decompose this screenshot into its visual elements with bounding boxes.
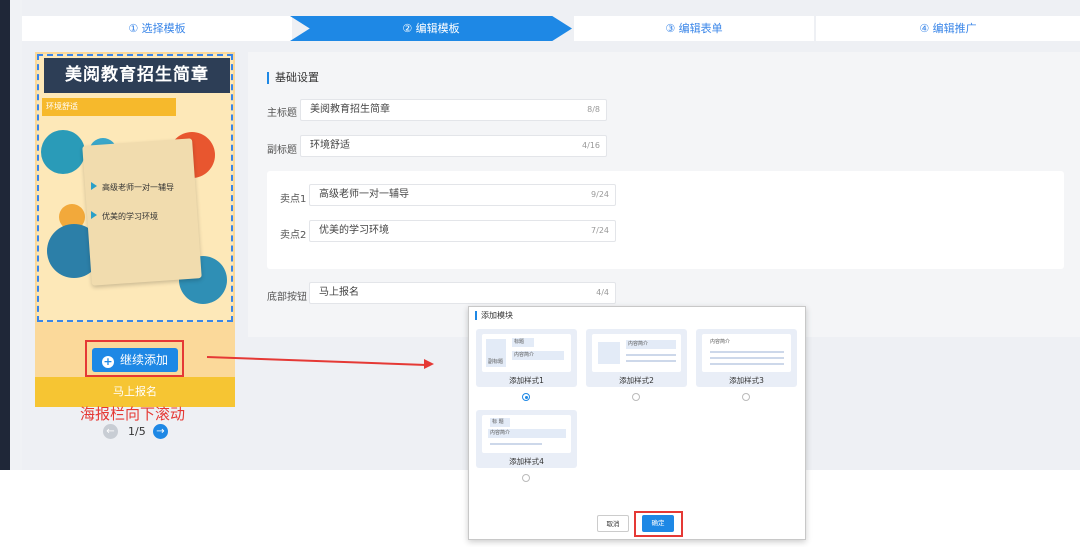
selling-point-1-count: 9/24: [591, 190, 609, 199]
bottom-button-count: 4/4: [596, 288, 609, 297]
option-1-content-chip: 内容简介: [512, 351, 564, 360]
option-4-radio[interactable]: [522, 474, 530, 482]
confirm-highlight: [634, 511, 683, 537]
poster-item-2: 优美的学习环境: [91, 211, 158, 222]
sub-title-count: 4/16: [582, 141, 600, 150]
option-card-style-1[interactable]: 标题 副标题 内容简介 添加样式1: [476, 329, 577, 387]
option-1-title-chip: 标题: [512, 338, 534, 347]
option-card-style-4[interactable]: 标 题 内容简介 添加样式4: [476, 410, 577, 468]
option-2-label: 添加样式2: [619, 376, 654, 385]
option-3-radio[interactable]: [742, 393, 750, 401]
plus-icon: +: [101, 355, 114, 368]
option-4-content-chip: 内容简介: [488, 429, 566, 438]
sub-title-input[interactable]: 环境舒适 4/16: [300, 135, 607, 157]
selling-point-2-input[interactable]: 优美的学习环境 7/24: [309, 220, 616, 242]
option-card-style-2[interactable]: 内容简介 添加样式2: [586, 329, 687, 387]
section-title: 基础设置: [267, 72, 319, 84]
option-1-label: 添加样式1: [509, 376, 544, 385]
step-edit-promotion[interactable]: ④ 编辑推广: [816, 16, 1080, 41]
poster-title: 美阅教育招生简章: [44, 58, 230, 93]
bottom-button-label: 底部按钮: [267, 292, 307, 303]
option-2-radio[interactable]: [632, 393, 640, 401]
sub-title-label: 副标题: [267, 145, 297, 156]
cancel-button[interactable]: 取消: [597, 515, 629, 532]
option-card-style-3[interactable]: 内容简介 添加样式3: [696, 329, 797, 387]
main-title-input[interactable]: 美阅教育招生简章 8/8: [300, 99, 607, 121]
continue-add-button[interactable]: + 继续添加: [92, 348, 178, 372]
next-page-icon[interactable]: →: [153, 424, 168, 439]
arrow-head-icon: [424, 359, 434, 369]
main-title-label: 主标题: [267, 108, 297, 119]
page-indicator: 1/5: [128, 425, 146, 438]
step-navigation: ① 选择模板 ② 编辑模板 ③ 编辑表单 ④ 编辑推广: [22, 16, 1080, 41]
poster-canvas[interactable]: 美阅教育招生简章 环境舒适 高级老师一对一辅导 优美的学习环境: [37, 54, 233, 322]
step-select-template[interactable]: ① 选择模板: [22, 16, 292, 41]
option-4-title-chip: 标 题: [490, 418, 510, 427]
option-3-label: 添加样式3: [729, 376, 764, 385]
bottom-button-input[interactable]: 马上报名 4/4: [309, 282, 616, 304]
prev-page-icon[interactable]: ←: [103, 424, 118, 439]
left-sidebar: [0, 0, 10, 470]
selling-point-2-count: 7/24: [591, 226, 609, 235]
step-edit-template[interactable]: ② 编辑模板: [290, 16, 572, 41]
selling-point-2-label: 卖点2: [280, 230, 307, 241]
selling-point-1-input[interactable]: 高级老师一对一辅导 9/24: [309, 184, 616, 206]
main-title-count: 8/8: [587, 105, 600, 114]
option-3-content-chip: 内容简介: [708, 338, 746, 347]
option-1-subtitle-chip: 副标题: [486, 358, 506, 367]
dialog-title: 添加模块: [475, 311, 513, 320]
selling-point-1-label: 卖点1: [280, 194, 307, 205]
option-4-label: 添加样式4: [509, 457, 544, 466]
image-icon: [598, 342, 620, 364]
pencil-cup-illustration: [41, 130, 85, 174]
poster-subtitle: 环境舒适: [42, 98, 176, 116]
scroll-annotation: 海报栏向下滚动: [80, 405, 186, 423]
option-2-content-chip: 内容简介: [626, 340, 676, 349]
option-1-radio[interactable]: [522, 393, 530, 401]
poster-item-1: 高级老师一对一辅导: [91, 182, 174, 193]
step-edit-form[interactable]: ③ 编辑表单: [574, 16, 814, 41]
